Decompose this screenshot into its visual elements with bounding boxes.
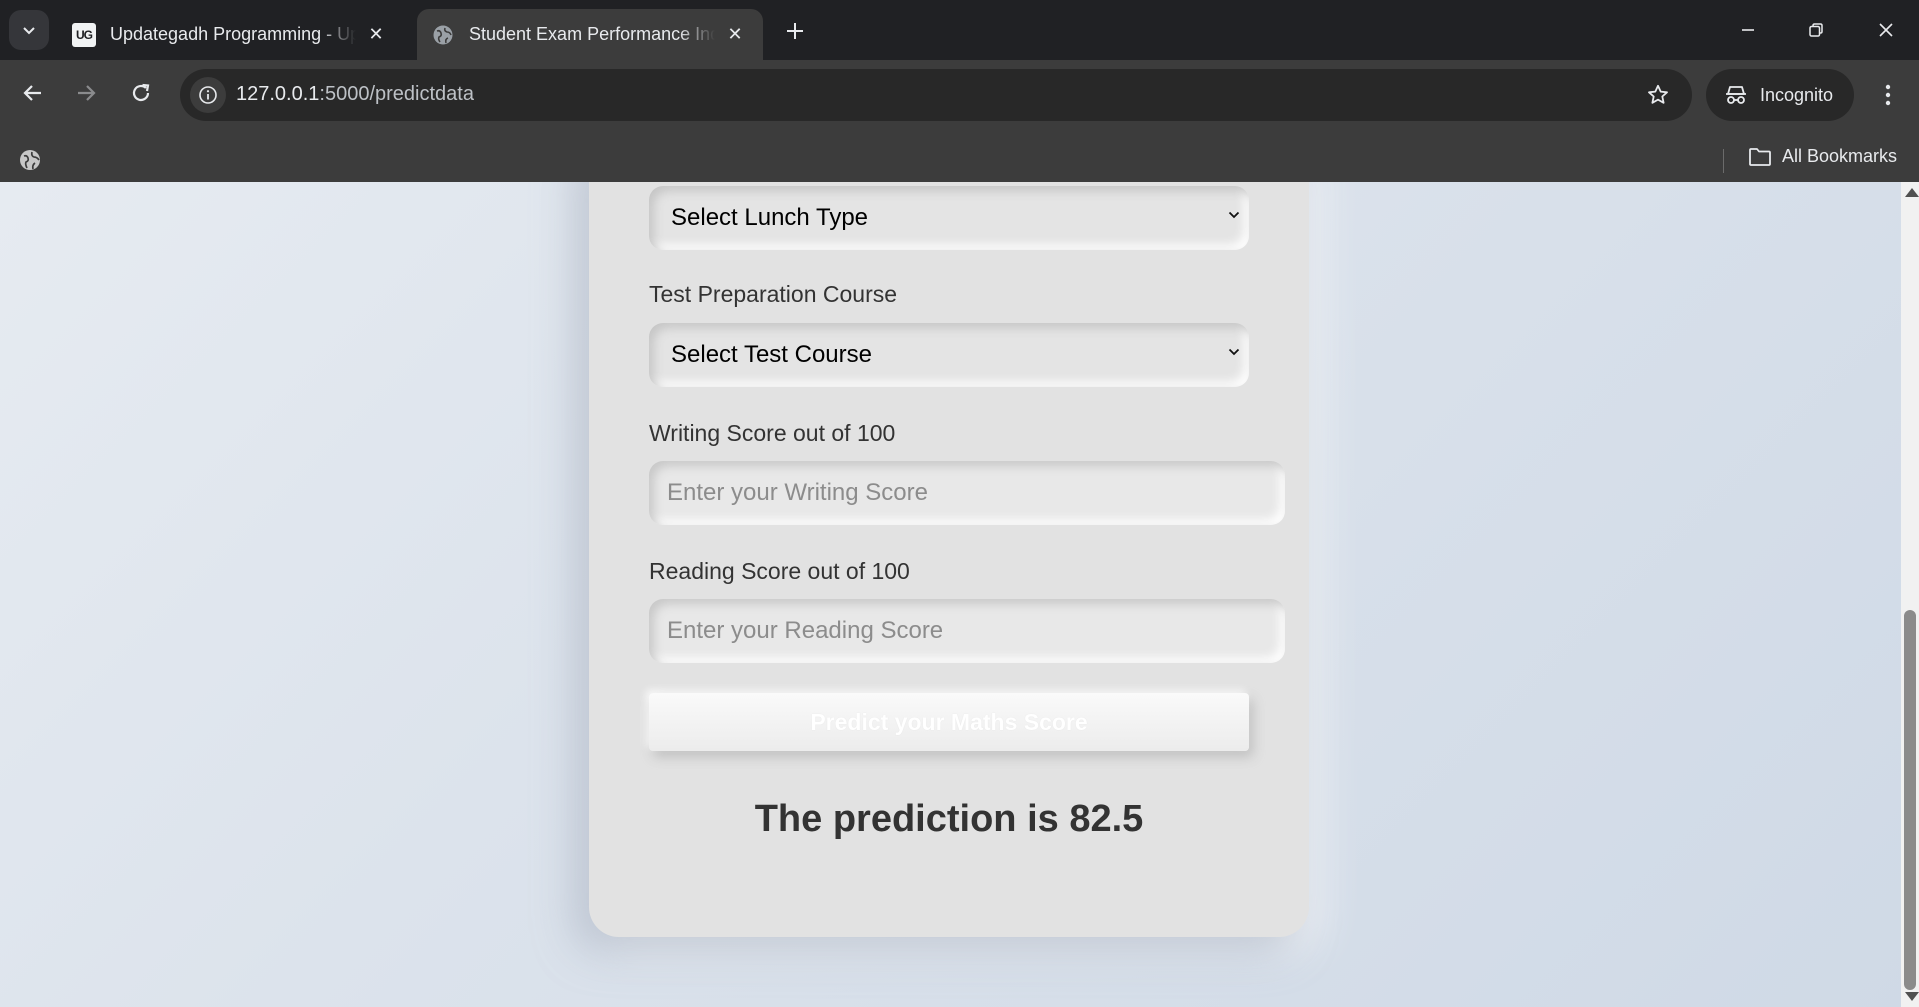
chevron-down-icon xyxy=(1227,208,1241,222)
close-window-button[interactable] xyxy=(1858,8,1914,52)
scroll-up-arrow-icon[interactable] xyxy=(1905,188,1919,197)
tab-title: Updategadh Programming - Up xyxy=(110,24,356,44)
writing-score-label: Writing Score out of 100 xyxy=(649,420,896,446)
scrollbar-thumb[interactable] xyxy=(1904,610,1916,990)
restore-button[interactable] xyxy=(1788,8,1844,52)
star-icon xyxy=(1648,84,1668,104)
reading-score-input[interactable] xyxy=(649,599,1285,663)
scroll-down-arrow-icon[interactable] xyxy=(1905,992,1919,1001)
new-tab-button[interactable] xyxy=(776,14,814,48)
bookmarks-bar: All Bookmarks xyxy=(0,132,1919,184)
incognito-icon xyxy=(1724,85,1748,105)
close-tab-icon[interactable]: ✕ xyxy=(362,21,390,49)
globe-icon xyxy=(431,23,455,47)
browser-toolbar: 127.0.0.1:5000/predictdata Incognito All… xyxy=(0,60,1919,188)
url-text[interactable]: 127.0.0.1:5000/predictdata xyxy=(236,83,474,106)
test-course-select[interactable]: Select Test Course xyxy=(649,323,1249,387)
test-course-select-value: Select Test Course xyxy=(671,341,872,368)
info-icon xyxy=(199,86,217,104)
tab-search-button[interactable] xyxy=(9,10,49,50)
globe-bookmark-icon[interactable] xyxy=(18,148,42,172)
test-prep-label: Test Preparation Course xyxy=(649,281,898,307)
close-icon xyxy=(1879,23,1893,37)
close-tab-icon[interactable]: ✕ xyxy=(721,21,749,49)
chevron-down-icon xyxy=(1227,345,1241,359)
incognito-label: Incognito xyxy=(1760,84,1834,105)
address-bar[interactable]: 127.0.0.1:5000/predictdata xyxy=(180,69,1692,121)
all-bookmarks-label: All Bookmarks xyxy=(1782,146,1898,166)
incognito-indicator[interactable]: Incognito xyxy=(1706,69,1854,121)
tab-title: Student Exam Performance Indi xyxy=(469,24,715,44)
forward-button[interactable] xyxy=(66,73,106,113)
tab-updategadh[interactable]: UG Updategadh Programming - Up ✕ xyxy=(58,9,404,60)
lunch-type-select[interactable]: Select Lunch Type xyxy=(649,186,1249,250)
reload-button[interactable] xyxy=(121,73,161,113)
reload-icon xyxy=(132,83,150,102)
chevron-down-icon xyxy=(23,27,35,35)
arrow-right-icon xyxy=(78,85,96,101)
minimize-button[interactable] xyxy=(1720,8,1776,52)
tab-strip: UG Updategadh Programming - Up ✕ Student… xyxy=(0,0,1919,60)
arrow-left-icon xyxy=(23,85,41,101)
page-viewport: Select Lunch Type Test Preparation Cours… xyxy=(0,182,1919,1007)
reading-score-label: Reading Score out of 100 xyxy=(649,558,910,584)
writing-score-input[interactable] xyxy=(649,461,1285,525)
site-info-button[interactable] xyxy=(190,77,226,113)
browser-menu-button[interactable] xyxy=(1868,75,1908,115)
prediction-result: The prediction is 82.5 xyxy=(754,798,1144,840)
predict-maths-score-button[interactable]: Predict your Maths Score xyxy=(649,693,1249,751)
plus-icon xyxy=(787,23,803,39)
restore-icon xyxy=(1809,23,1823,37)
back-button[interactable] xyxy=(13,73,53,113)
all-bookmarks-button[interactable]: All Bookmarks xyxy=(1748,146,1897,167)
minimize-icon xyxy=(1742,29,1754,31)
bookmarks-separator xyxy=(1723,149,1724,173)
tab-student-exam[interactable]: Student Exam Performance Indi ✕ xyxy=(417,9,763,60)
folder-icon xyxy=(1748,147,1772,167)
bookmark-star-button[interactable] xyxy=(1642,79,1674,111)
page-scrollbar[interactable] xyxy=(1901,182,1919,1007)
updategadh-favicon-icon: UG xyxy=(72,22,96,47)
lunch-type-select-value: Select Lunch Type xyxy=(671,204,869,231)
more-vertical-icon xyxy=(1885,84,1891,106)
